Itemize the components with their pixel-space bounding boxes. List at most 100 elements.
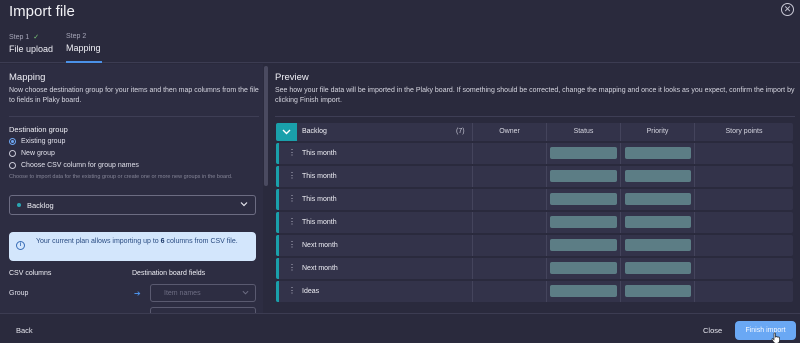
priority-pill — [625, 147, 691, 159]
more-vertical-icon[interactable]: ⋮ — [288, 217, 296, 226]
status-pill — [550, 262, 617, 274]
radio-selected-icon[interactable] — [9, 138, 16, 145]
status-cell — [546, 143, 620, 164]
group-color-dot — [17, 203, 21, 207]
close-icon[interactable]: ✕ — [781, 3, 794, 16]
collapse-group-button[interactable] — [276, 123, 297, 141]
status-cell — [546, 212, 620, 233]
plan-info-banner: i Your current plan allows importing up … — [9, 232, 256, 261]
step-label: File upload — [9, 44, 54, 54]
item-name: This month — [302, 173, 337, 180]
priority-pill — [625, 170, 691, 182]
step-file-upload[interactable]: Step 1 ✓ File upload — [9, 33, 53, 54]
owner-cell — [472, 189, 546, 210]
divider — [9, 116, 259, 117]
priority-pill — [625, 285, 691, 297]
group-select[interactable]: Backlog — [9, 195, 256, 215]
owner-cell — [472, 235, 546, 256]
active-step-indicator — [66, 61, 102, 63]
status-cell — [546, 166, 620, 187]
story-points-cell — [694, 281, 793, 302]
priority-pill — [625, 262, 691, 274]
status-pill — [550, 239, 617, 251]
finish-import-button[interactable]: Finish import — [735, 321, 796, 340]
table-row: ⋮ This month — [276, 189, 793, 210]
priority-cell — [620, 212, 694, 233]
column-header: Priority — [620, 123, 694, 141]
owner-cell — [472, 281, 546, 302]
status-cell — [546, 258, 620, 279]
group-select-value: Backlog — [27, 200, 54, 210]
check-icon: ✓ — [33, 34, 40, 41]
step-mapping[interactable]: Step 2 Mapping — [66, 33, 101, 53]
step-number: Step 2 — [66, 33, 87, 40]
mapping-title: Mapping — [9, 72, 46, 83]
priority-cell — [620, 166, 694, 187]
priority-cell — [620, 235, 694, 256]
group-color-bar — [276, 212, 279, 233]
info-text-prefix: Your current plan allows importing up to — [36, 238, 161, 245]
group-color-bar — [276, 166, 279, 187]
owner-cell — [472, 143, 546, 164]
status-pill — [550, 285, 617, 297]
info-text-suffix: columns from CSV file. — [164, 238, 238, 245]
more-vertical-icon[interactable]: ⋮ — [288, 171, 296, 180]
group-header-row: Backlog (7) Owner Status Priority Story … — [276, 123, 793, 141]
close-button[interactable]: Close — [703, 326, 722, 335]
group-color-bar — [276, 143, 279, 164]
dialog-header: Import file ✕ — [0, 0, 800, 26]
group-color-bar — [276, 235, 279, 256]
group-color-bar — [276, 281, 279, 302]
item-name: Ideas — [302, 288, 320, 295]
priority-cell — [620, 143, 694, 164]
column-header: Status — [546, 123, 620, 141]
radio-csv-column[interactable]: Choose CSV column for group names — [9, 162, 139, 169]
destination-field-select[interactable]: Item names — [150, 284, 256, 302]
info-icon: i — [16, 241, 25, 250]
owner-cell — [472, 166, 546, 187]
table-row: ⋮ This month — [276, 212, 793, 233]
radio-label: Existing group — [21, 138, 66, 145]
field-placeholder: Item names — [164, 290, 201, 297]
arrow-right-icon: ➔ — [134, 289, 141, 298]
more-vertical-icon[interactable]: ⋮ — [288, 194, 296, 203]
divider — [275, 116, 795, 117]
item-name: Next month — [302, 265, 338, 272]
status-cell — [546, 189, 620, 210]
radio-existing-group[interactable]: Existing group — [9, 138, 65, 145]
destination-fields-header: Destination board fields — [132, 270, 206, 277]
step-label: Mapping — [66, 43, 101, 53]
more-vertical-icon[interactable]: ⋮ — [288, 240, 296, 249]
story-points-cell — [694, 258, 793, 279]
story-points-cell — [694, 235, 793, 256]
scrollbar[interactable] — [264, 66, 268, 186]
radio-icon[interactable] — [9, 150, 16, 157]
radio-new-group[interactable]: New group — [9, 150, 55, 157]
status-pill — [550, 193, 617, 205]
status-pill — [550, 147, 617, 159]
radio-icon[interactable] — [9, 162, 16, 169]
chevron-down-icon — [240, 202, 248, 207]
group-color-bar — [276, 258, 279, 279]
preview-title: Preview — [275, 72, 309, 83]
mapping-panel: Mapping Now choose destination group for… — [0, 64, 263, 313]
back-button[interactable]: Back — [16, 326, 33, 335]
item-name: Next month — [302, 242, 338, 249]
group-name: Backlog — [302, 128, 327, 135]
more-vertical-icon[interactable]: ⋮ — [288, 263, 296, 272]
table-row: ⋮ This month — [276, 143, 793, 164]
more-vertical-icon[interactable]: ⋮ — [288, 148, 296, 157]
more-vertical-icon[interactable]: ⋮ — [288, 286, 296, 295]
preview-panel: Preview See how your file data will be i… — [271, 64, 800, 313]
story-points-cell — [694, 212, 793, 233]
item-name: This month — [302, 150, 337, 157]
chevron-down-icon — [282, 129, 291, 135]
table-row: ⋮ Ideas — [276, 281, 793, 302]
priority-cell — [620, 281, 694, 302]
step-number: Step 1 — [9, 34, 30, 41]
status-pill — [550, 170, 617, 182]
preview-description: See how your file data will be imported … — [275, 87, 795, 104]
priority-cell — [620, 258, 694, 279]
item-name: This month — [302, 196, 337, 203]
story-points-cell — [694, 166, 793, 187]
